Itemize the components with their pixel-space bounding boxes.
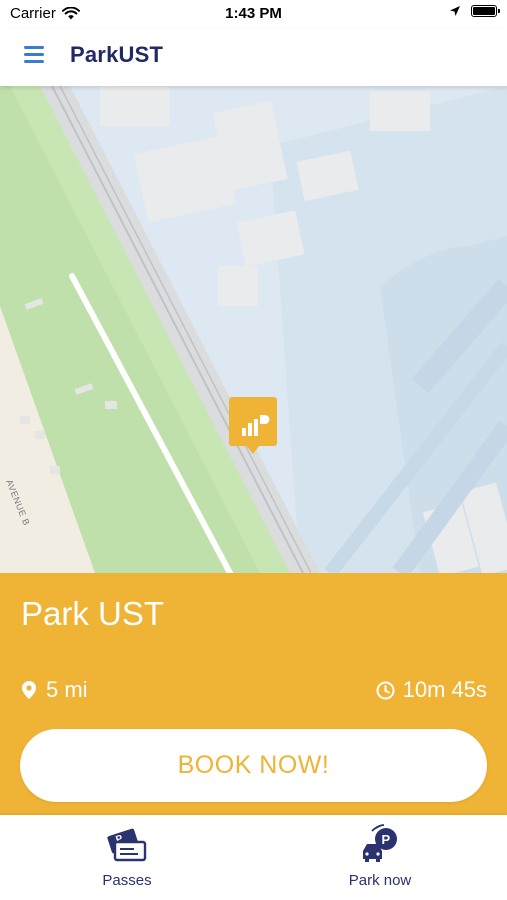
- map-marker-icon: [22, 681, 36, 699]
- app-header: ParkUST: [0, 28, 507, 86]
- map-view[interactable]: AVENUE B: [0, 86, 507, 573]
- location-arrow-icon: [450, 6, 460, 16]
- book-now-label: BOOK NOW!: [177, 751, 330, 779]
- svg-text:P: P: [382, 832, 391, 847]
- tab-park-now-label: Park now: [348, 872, 412, 889]
- status-right: [449, 5, 500, 17]
- clock-icon: [376, 681, 395, 699]
- distance-info: 5 mi: [22, 677, 88, 703]
- parking-lot-name: Park UST: [21, 595, 165, 632]
- timer-info: 10m 45s: [376, 677, 487, 703]
- app-title: ParkUST: [70, 42, 164, 67]
- park-now-car-icon: P: [363, 824, 397, 862]
- parking-logo-icon: [229, 397, 277, 454]
- status-time: 1:43 PM: [225, 5, 282, 22]
- book-now-button[interactable]: BOOK NOW!: [20, 729, 487, 802]
- status-bar: Carrier 1:43 PM: [0, 0, 507, 28]
- tab-bar: P Passes P Park now: [0, 815, 507, 900]
- parking-pin[interactable]: [229, 397, 277, 455]
- tab-passes[interactable]: P Passes: [47, 815, 207, 900]
- parking-passes-icon: P: [107, 828, 147, 862]
- distance-value: 5 mi: [46, 677, 88, 702]
- time-remaining-value: 10m 45s: [402, 677, 487, 702]
- map-canvas: AVENUE B: [0, 86, 507, 573]
- tab-passes-label: Passes: [102, 872, 152, 889]
- parking-info-card: Park UST 5 mi 10m 45s BOOK NOW!: [0, 573, 507, 815]
- tab-park-now[interactable]: P Park now: [300, 815, 460, 900]
- battery-icon: [471, 5, 500, 17]
- hamburger-menu-icon[interactable]: [24, 46, 46, 66]
